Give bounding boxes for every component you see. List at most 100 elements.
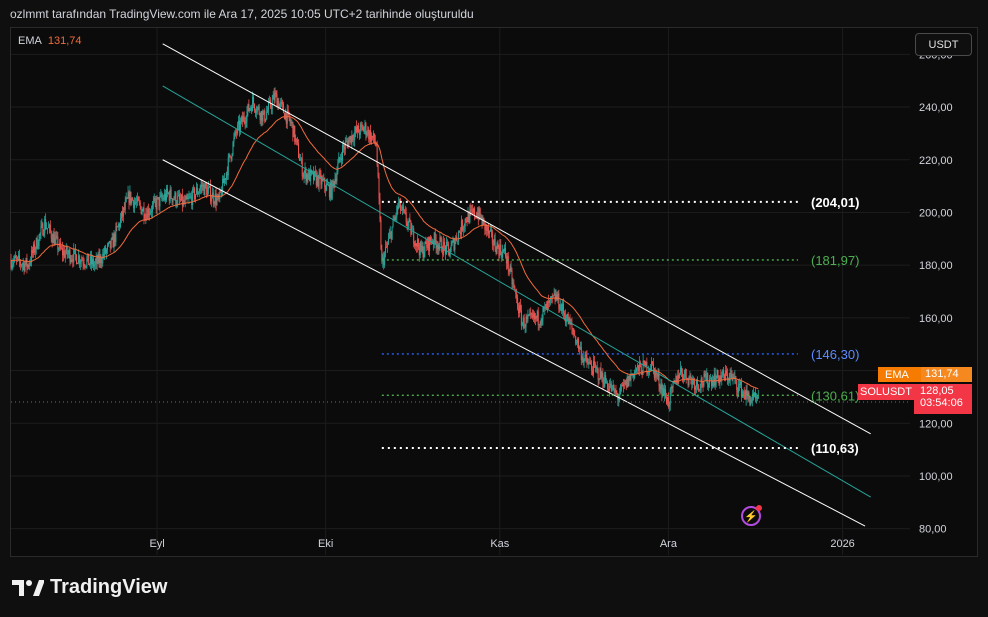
y-tick-label: 120,00 xyxy=(919,418,953,430)
candle-body xyxy=(90,256,92,264)
candle-body xyxy=(426,243,428,248)
candle-body xyxy=(167,192,169,194)
candle-body xyxy=(501,252,503,258)
y-tick-label: 240,00 xyxy=(919,102,953,114)
price-chart[interactable]: 80,00100,00120,00140,00160,00180,00200,0… xyxy=(0,0,988,617)
candle-body xyxy=(320,174,322,185)
indicator-legend[interactable]: EMA 131,74 xyxy=(18,35,82,47)
candle-body xyxy=(38,234,40,247)
candle-body xyxy=(469,209,471,223)
candle-body xyxy=(577,339,579,343)
lightning-icon[interactable]: ⚡ xyxy=(741,505,762,526)
candle-body xyxy=(238,120,240,131)
candle-body xyxy=(346,140,348,143)
candle-body xyxy=(487,226,489,231)
candle-body xyxy=(738,384,740,393)
candle-body xyxy=(98,254,100,263)
candle-body xyxy=(517,298,519,309)
candle-body xyxy=(540,321,542,325)
candle-body xyxy=(12,263,14,265)
candle-body xyxy=(17,257,19,259)
candle-body xyxy=(297,143,299,158)
candle-body xyxy=(316,175,318,186)
candle-body xyxy=(163,198,165,200)
candle-body xyxy=(330,182,332,199)
candle-body xyxy=(685,369,687,379)
candle-body xyxy=(409,219,411,222)
candle-body xyxy=(102,253,104,264)
last-price-tag: 128,05 03:54:06 xyxy=(914,384,972,414)
y-tick-label: 160,00 xyxy=(919,313,953,325)
candle-body xyxy=(327,183,329,186)
candle-body xyxy=(420,242,422,251)
indicator-name: EMA xyxy=(18,35,42,47)
candle-body xyxy=(372,133,374,138)
candle-body xyxy=(577,339,579,350)
candle-body xyxy=(661,384,663,395)
candle-body xyxy=(593,361,595,365)
candle-body xyxy=(293,125,295,138)
candle-body xyxy=(274,92,276,101)
candle-body xyxy=(400,199,402,211)
candle-body xyxy=(493,238,495,246)
candle-body xyxy=(170,189,172,199)
candle-body xyxy=(298,157,300,161)
candle-body xyxy=(23,262,25,271)
candle-body xyxy=(227,157,229,176)
candle-body xyxy=(525,316,527,327)
candle-body xyxy=(746,390,748,395)
candle-body xyxy=(705,375,707,381)
candle-body xyxy=(260,111,262,121)
candle-body xyxy=(584,354,586,360)
candle-body xyxy=(226,172,228,176)
candle-body xyxy=(390,231,392,240)
candle-body xyxy=(93,264,95,267)
candle-body xyxy=(32,244,34,254)
candle-body xyxy=(24,264,26,271)
candle-body xyxy=(117,226,119,228)
candle-body xyxy=(145,213,147,219)
candle-body xyxy=(558,293,560,309)
tradingview-logo[interactable]: TradingView xyxy=(12,576,167,599)
candle-body xyxy=(229,154,231,157)
candle-body xyxy=(156,198,158,210)
candle-body xyxy=(41,223,43,227)
candle-body xyxy=(641,374,643,376)
candle-body xyxy=(194,188,196,200)
level-label: (146,30) xyxy=(811,347,859,362)
candle-body xyxy=(203,184,205,195)
candle-body xyxy=(295,138,297,142)
candle-body xyxy=(92,259,94,267)
candle-body xyxy=(194,194,196,200)
candle-body xyxy=(202,184,204,187)
candle-body xyxy=(499,244,501,256)
candle-body xyxy=(43,233,45,236)
candle-body xyxy=(679,374,681,379)
candle-body xyxy=(613,384,615,393)
candle-body xyxy=(165,188,167,201)
candle-body xyxy=(368,129,370,140)
candle-body xyxy=(119,223,121,227)
candle-body xyxy=(414,243,416,247)
channel-upper xyxy=(162,43,871,435)
candle-body xyxy=(157,197,159,199)
candle-body xyxy=(162,198,164,199)
candle-body xyxy=(250,107,252,109)
candle-body xyxy=(296,138,298,140)
candle-body xyxy=(580,347,582,361)
currency-button[interactable]: USDT xyxy=(915,33,972,56)
candle-body xyxy=(319,173,321,175)
candle-body xyxy=(594,364,596,368)
candle-body xyxy=(396,206,398,217)
candle-body xyxy=(387,238,389,244)
candle-body xyxy=(563,312,565,316)
candle-body xyxy=(555,294,557,301)
candle-body xyxy=(283,104,285,113)
candle-body xyxy=(175,192,177,205)
candle-body xyxy=(648,369,650,373)
candle-body xyxy=(723,370,725,375)
candle-body xyxy=(460,232,461,235)
channel-middle xyxy=(162,85,871,498)
candle-body xyxy=(311,169,313,172)
candle-body xyxy=(371,135,373,142)
